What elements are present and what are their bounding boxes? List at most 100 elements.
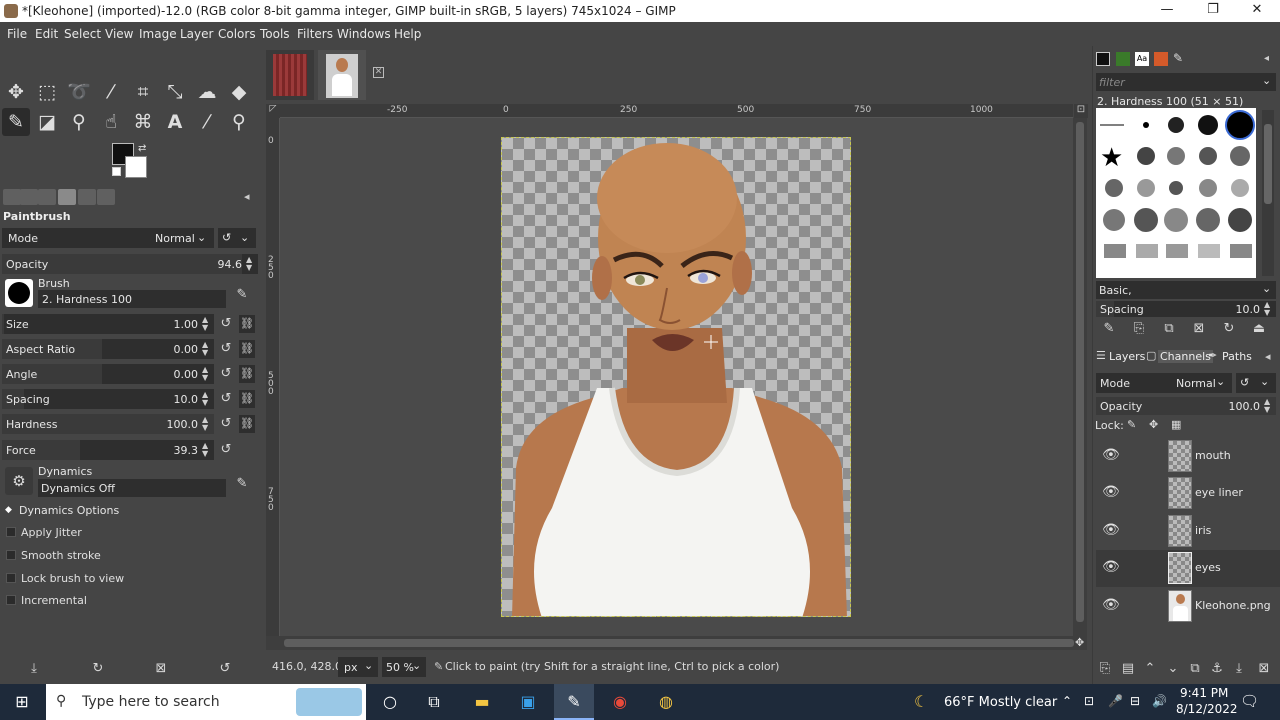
force-slider[interactable]: Force 39.3 ▲ ▼ bbox=[2, 440, 214, 460]
refresh-brushes-icon[interactable]: ↻ bbox=[1221, 321, 1237, 337]
menu-layer[interactable]: Layer bbox=[180, 27, 213, 41]
text-tool-icon[interactable]: A bbox=[161, 108, 189, 136]
clone-tool-icon[interactable]: ⚲ bbox=[65, 108, 93, 136]
bucket-fill-icon[interactable]: ◆ bbox=[225, 78, 253, 106]
layer-mode-combo[interactable]: Mode Normal ⌄ bbox=[1096, 373, 1232, 393]
visibility-eye-icon[interactable]: 👁 bbox=[1102, 523, 1120, 537]
delete-layer-icon[interactable]: ⊠ bbox=[1256, 661, 1272, 677]
menu-help[interactable]: Help bbox=[394, 27, 421, 41]
menu-image[interactable]: Image bbox=[139, 27, 177, 41]
brush-filter-input[interactable]: filter ⌄ bbox=[1096, 73, 1276, 91]
spin-arrows-icon[interactable]: ▲ ▼ bbox=[1264, 398, 1273, 414]
notifications-icon[interactable]: 🗨 bbox=[1240, 692, 1259, 710]
color-picker-icon[interactable]: ⁄ bbox=[193, 108, 221, 136]
transform-tool-icon[interactable]: ⤡ bbox=[161, 78, 189, 106]
reset-spacing-icon[interactable]: ↺ bbox=[218, 391, 234, 407]
layer-row-iris[interactable]: 👁 iris bbox=[1096, 513, 1280, 550]
lasso-select-icon[interactable]: ➰ bbox=[65, 78, 93, 106]
horizontal-scroll-thumb[interactable] bbox=[284, 639, 1074, 647]
link-aspect-icon[interactable]: ⛓ bbox=[239, 340, 255, 358]
new-layer-icon[interactable]: ⎘ bbox=[1097, 661, 1113, 677]
close-image-tab-icon[interactable]: ✕ bbox=[373, 67, 384, 78]
expander-icon[interactable]: ◆ bbox=[5, 505, 12, 515]
layer-row-eye-liner[interactable]: 👁 eye liner bbox=[1096, 475, 1280, 512]
edit-brush-icon[interactable]: ✎ bbox=[234, 287, 250, 303]
tab-device-status[interactable] bbox=[20, 189, 38, 205]
clock-time[interactable]: 9:41 PM bbox=[1180, 686, 1228, 700]
brush-grid[interactable]: ★ bbox=[1096, 108, 1256, 278]
weather-text[interactable]: 66°F Mostly clear bbox=[944, 695, 1057, 710]
brush-spacing-slider[interactable]: Spacing 10.0 ▲ ▼ bbox=[1096, 301, 1276, 317]
image-tab-1[interactable] bbox=[266, 50, 314, 100]
volume-icon[interactable]: 🔊 bbox=[1152, 694, 1167, 708]
store-app-icon[interactable]: ▣ bbox=[508, 684, 548, 720]
fuzzy-select-icon[interactable]: ⁄ bbox=[97, 78, 125, 106]
image-tab-2[interactable] bbox=[318, 50, 366, 100]
spacing-slider[interactable]: Spacing 10.0 ▲ ▼ bbox=[2, 389, 214, 409]
lock-pixels-icon[interactable]: ✎ bbox=[1127, 418, 1136, 431]
layer-opacity-slider[interactable]: Opacity 100.0 ▲ ▼ bbox=[1096, 397, 1276, 415]
spin-arrows-icon[interactable]: ▲ ▼ bbox=[246, 256, 255, 272]
menu-select[interactable]: Select bbox=[64, 27, 101, 41]
zoom-tool-icon[interactable]: ⚲ bbox=[225, 108, 253, 136]
edit-dynamics-icon[interactable]: ✎ bbox=[234, 476, 250, 492]
menu-file[interactable]: File bbox=[7, 27, 27, 41]
spin-arrows-icon[interactable]: ▲ ▼ bbox=[202, 341, 211, 357]
tab-templates[interactable] bbox=[97, 189, 115, 205]
tab-channels[interactable]: Channels bbox=[1158, 350, 1213, 363]
link-size-icon[interactable]: ⛓ bbox=[239, 315, 255, 333]
opacity-slider[interactable]: Opacity 94.6 ▲ ▼ bbox=[2, 254, 258, 274]
taskbar-search-box[interactable]: ⚲ Type here to search bbox=[46, 684, 366, 720]
brush-grid-scrollbar[interactable] bbox=[1262, 110, 1274, 276]
apply-jitter-checkbox[interactable]: Apply Jitter bbox=[6, 526, 82, 539]
restore-button[interactable]: ❐ bbox=[1190, 0, 1236, 22]
minimize-button[interactable]: — bbox=[1144, 0, 1190, 22]
paths-tool-icon[interactable]: ⌘ bbox=[129, 108, 157, 136]
rect-select-icon[interactable]: ⬚ bbox=[33, 78, 61, 106]
lower-layer-icon[interactable]: ⌄ bbox=[1165, 661, 1181, 677]
edit-brush-icon[interactable]: ✎ bbox=[1101, 321, 1117, 337]
reset-hardness-icon[interactable]: ↺ bbox=[218, 416, 234, 432]
background-color-swatch[interactable] bbox=[125, 156, 147, 178]
size-slider[interactable]: Size 1.00 ▲ ▼ bbox=[2, 314, 214, 334]
fonts-tab-icon[interactable]: Aa bbox=[1135, 52, 1149, 66]
chrome-icon[interactable]: ◍ bbox=[646, 684, 686, 720]
delete-options-icon[interactable]: ⊠ bbox=[153, 661, 169, 677]
tab-paths[interactable]: Paths bbox=[1222, 350, 1252, 363]
spin-arrows-icon[interactable]: ▲ ▼ bbox=[202, 442, 211, 458]
image-canvas[interactable] bbox=[501, 137, 851, 617]
tab-undo-history[interactable] bbox=[38, 189, 56, 205]
smooth-stroke-checkbox[interactable]: Smooth stroke bbox=[6, 549, 101, 562]
dynamics-field[interactable]: Dynamics Off bbox=[38, 479, 226, 497]
duplicate-brush-icon[interactable]: ⧉ bbox=[1161, 321, 1177, 337]
restore-options-icon[interactable]: ↻ bbox=[90, 661, 106, 677]
warp-tool-icon[interactable]: ☁ bbox=[193, 78, 221, 106]
lock-position-icon[interactable]: ✥ bbox=[1149, 418, 1158, 431]
network-icon[interactable]: ⊟ bbox=[1130, 694, 1140, 708]
tab-images[interactable] bbox=[58, 189, 76, 205]
link-hardness-icon[interactable]: ⛓ bbox=[239, 415, 255, 433]
dock-menu-icon[interactable]: ◂ bbox=[244, 190, 250, 203]
merge-layer-icon[interactable]: ⤓ bbox=[1231, 661, 1247, 677]
gimp-taskbar-icon[interactable]: ✎ bbox=[554, 684, 594, 720]
vertical-scroll-thumb[interactable] bbox=[1076, 122, 1084, 622]
link-angle-icon[interactable]: ⛓ bbox=[239, 365, 255, 383]
paintbrush-tool-icon[interactable]: ✎ bbox=[2, 108, 30, 136]
mode-combo[interactable]: Mode Normal ⌄ bbox=[2, 228, 214, 248]
dock-menu-icon[interactable]: ◂ bbox=[1265, 350, 1271, 363]
dynamics-icon[interactable]: ⚙ bbox=[5, 467, 33, 495]
menu-windows[interactable]: Windows bbox=[337, 27, 391, 41]
brush-name-field[interactable]: 2. Hardness 100 bbox=[38, 290, 226, 308]
visibility-eye-icon[interactable]: 👁 bbox=[1102, 598, 1120, 612]
reset-size-icon[interactable]: ↺ bbox=[218, 316, 234, 332]
new-layer-group-icon[interactable]: ▤ bbox=[1120, 661, 1136, 677]
tab-tool-options[interactable] bbox=[3, 189, 21, 205]
aspect-ratio-slider[interactable]: Aspect Ratio 0.00 ▲ ▼ bbox=[2, 339, 214, 359]
tray-app-icon[interactable]: ⊡ bbox=[1084, 694, 1094, 708]
menu-colors[interactable]: Colors bbox=[218, 27, 256, 41]
task-view-icon[interactable]: ⧉ bbox=[414, 684, 454, 720]
reset-angle-icon[interactable]: ↺ bbox=[218, 366, 234, 382]
tab-layers[interactable]: Layers bbox=[1109, 350, 1145, 363]
layer-mode-reset-combo[interactable]: ↺ ⌄ bbox=[1236, 373, 1276, 393]
incremental-checkbox[interactable]: Incremental bbox=[6, 594, 87, 607]
